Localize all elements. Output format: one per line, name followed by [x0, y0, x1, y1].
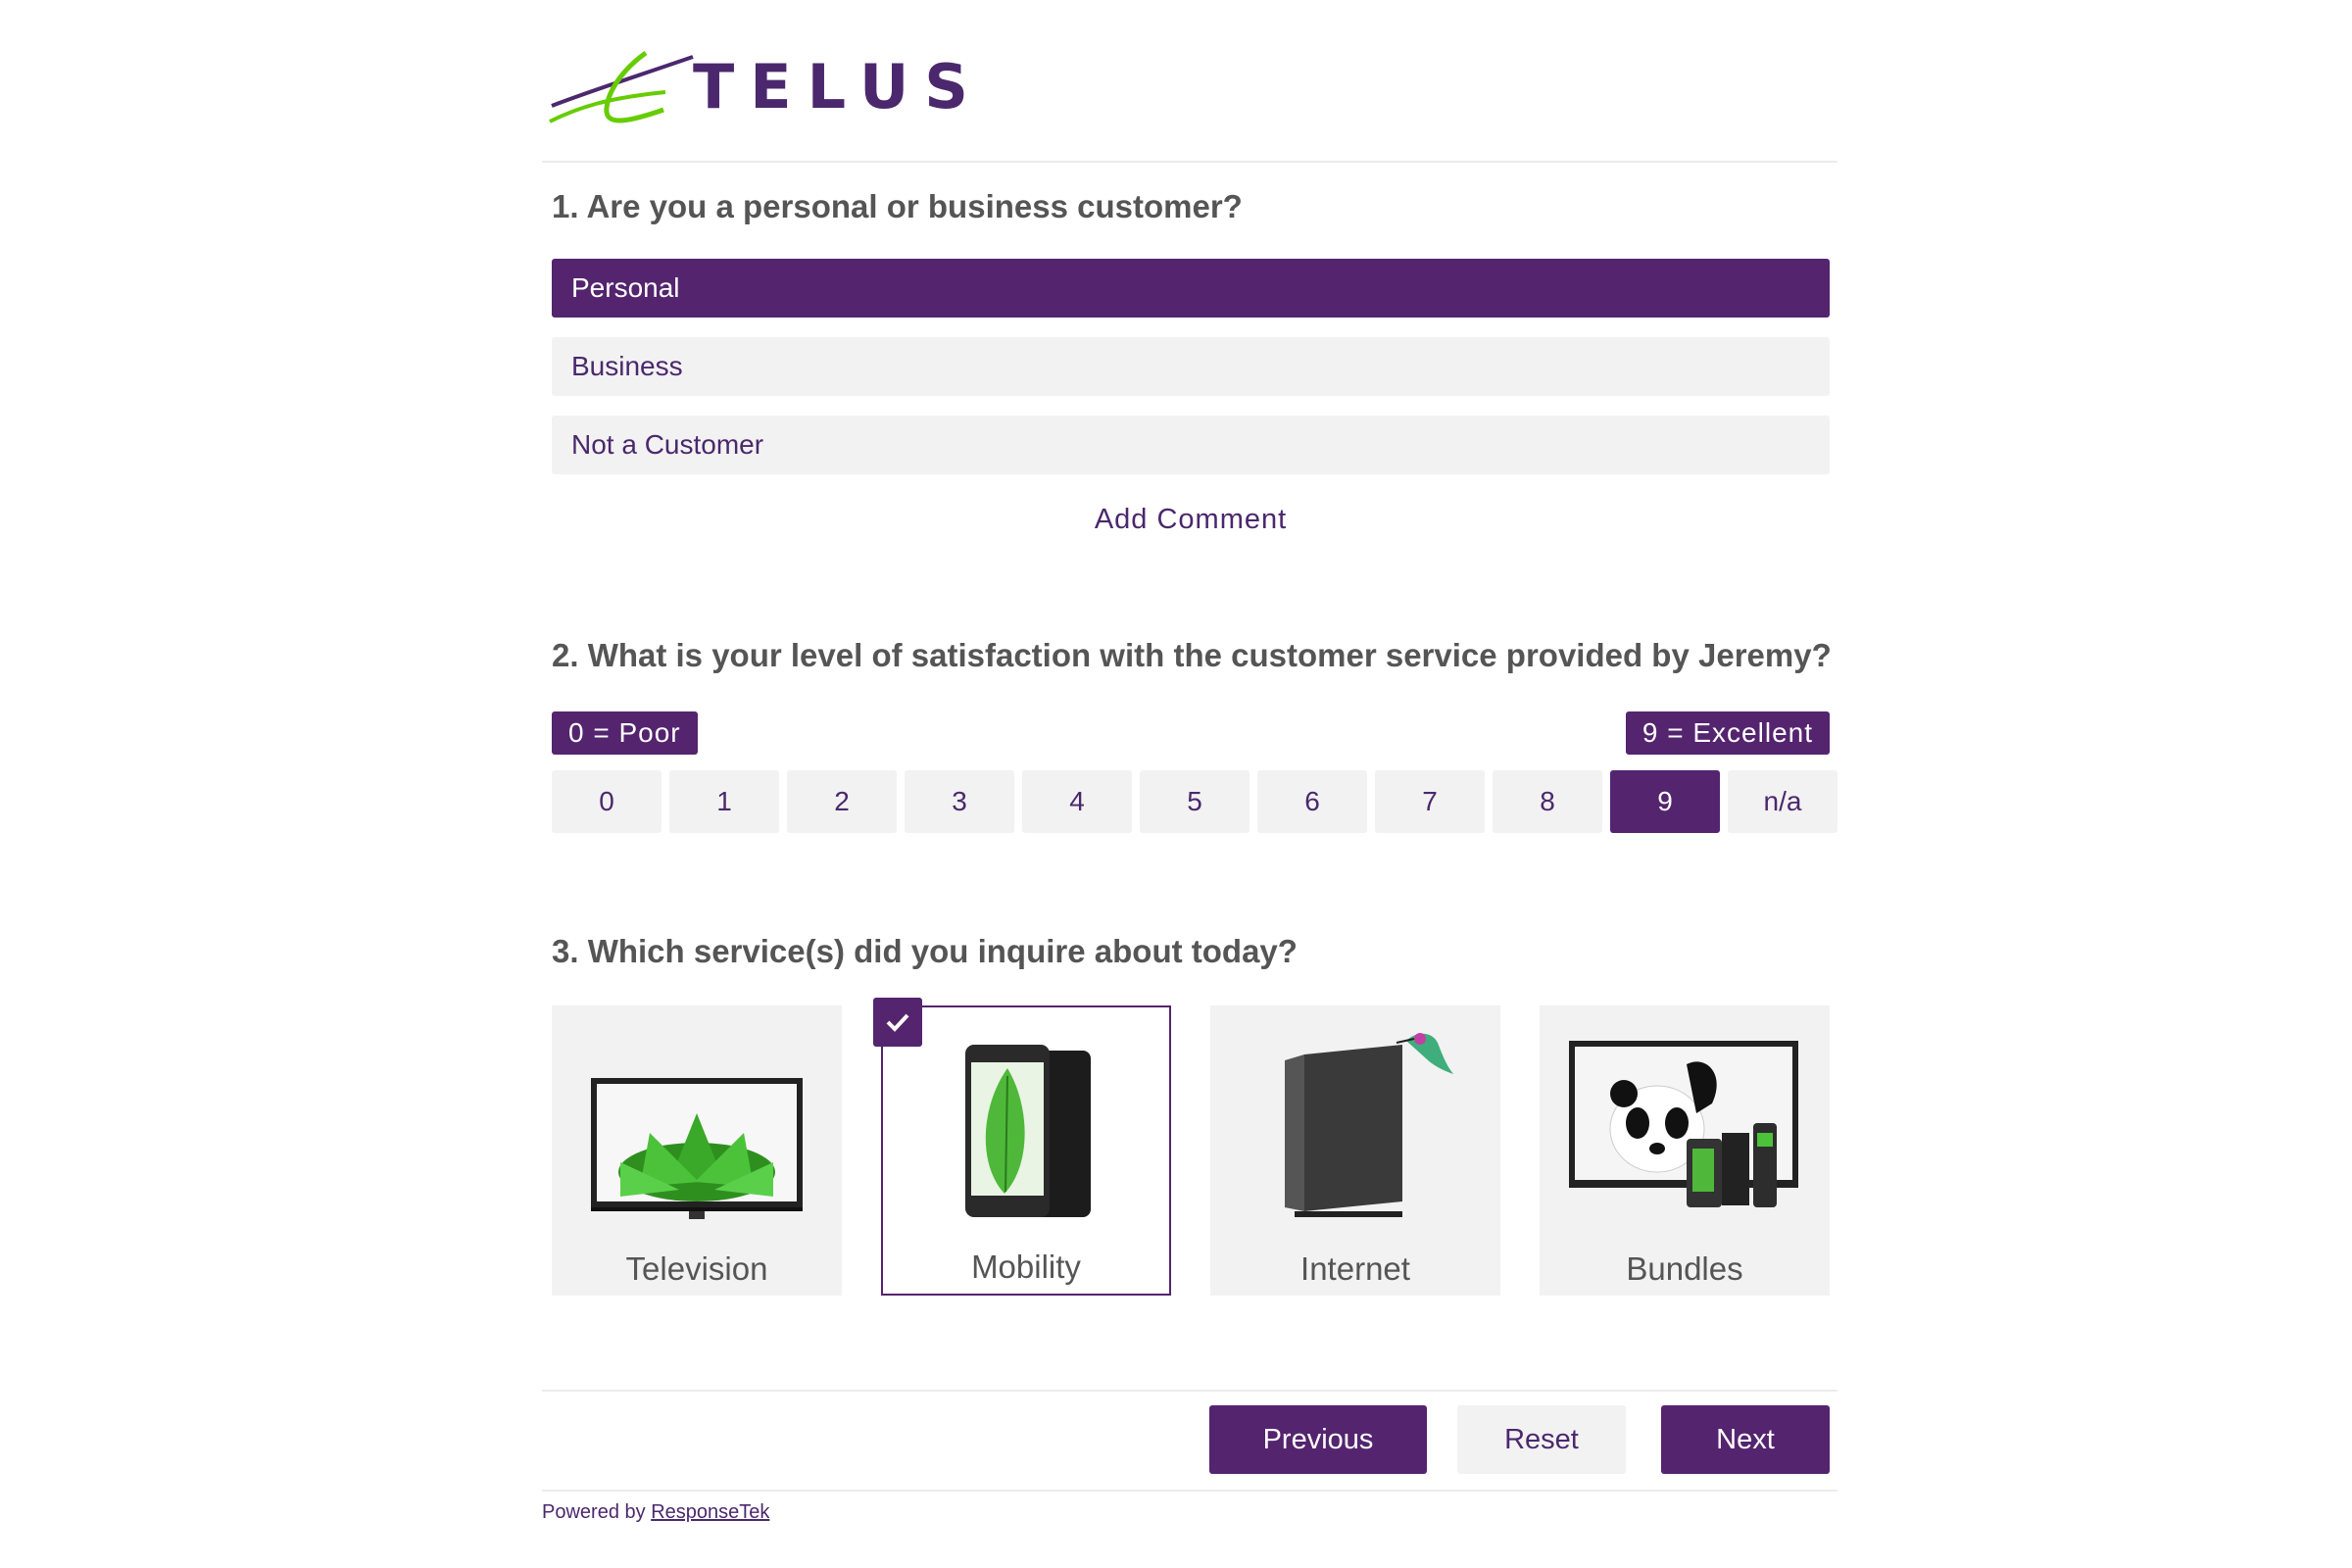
rating-3[interactable]: 3 [905, 770, 1014, 833]
tv-icon [591, 1078, 803, 1219]
rating-1[interactable]: 1 [669, 770, 779, 833]
option-business[interactable]: Business [552, 337, 1830, 396]
rating-8[interactable]: 8 [1493, 770, 1602, 833]
header: TELUS [542, 0, 1838, 163]
router-icon [1285, 1033, 1453, 1217]
navigation-bar: Previous Reset Next [542, 1390, 1838, 1492]
question-1-title: 1. Are you a personal or business custom… [552, 188, 1243, 224]
powered-by-text: Powered by [542, 1501, 646, 1523]
question-2-title: 2. What is your level of satisfaction wi… [552, 637, 1832, 673]
scale-high-label: 9 = Excellent [1625, 711, 1830, 755]
rating-4[interactable]: 4 [1022, 770, 1132, 833]
rating-0[interactable]: 0 [552, 770, 662, 833]
powered-by: Powered by ResponseTek [542, 1501, 769, 1524]
scale-low-label: 0 = Poor [552, 711, 698, 755]
service-label-internet: Internet [1300, 1250, 1410, 1287]
responsetek-link[interactable]: ResponseTek [651, 1501, 769, 1523]
rating-scale: 0 1 2 3 4 5 6 7 8 9 n/a [552, 770, 1838, 833]
option-not-a-customer[interactable]: Not a Customer [552, 416, 1830, 474]
service-card-television[interactable]: Television [552, 1005, 842, 1296]
service-cards: Television Mobility Internet Bundles [552, 998, 1830, 1296]
question-3-title: 3. Which service(s) did you inquire abou… [552, 933, 1298, 969]
telus-swoosh-icon [549, 50, 694, 123]
rating-9[interactable]: 9 [1610, 770, 1720, 833]
rating-5[interactable]: 5 [1140, 770, 1250, 833]
option-personal[interactable]: Personal [552, 259, 1830, 318]
brand-name: TELUS [693, 51, 984, 122]
telus-logo: TELUS [548, 49, 968, 127]
survey-page: TELUS 1. Are you a personal or business … [542, 0, 1838, 1523]
service-card-bundles[interactable]: Bundles [1540, 1005, 1830, 1296]
service-card-internet[interactable]: Internet [1210, 1005, 1500, 1296]
service-label-bundles: Bundles [1626, 1250, 1743, 1287]
rating-6[interactable]: 6 [1257, 770, 1367, 833]
service-label-mobility: Mobility [971, 1249, 1081, 1285]
previous-button[interactable]: Previous [1209, 1405, 1427, 1474]
service-label-television: Television [625, 1250, 768, 1287]
rating-na[interactable]: n/a [1728, 770, 1838, 833]
add-comment-link[interactable]: Add Comment [552, 504, 1830, 536]
rating-2[interactable]: 2 [787, 770, 897, 833]
next-button[interactable]: Next [1661, 1405, 1830, 1474]
rating-7[interactable]: 7 [1375, 770, 1485, 833]
reset-button[interactable]: Reset [1457, 1405, 1626, 1474]
service-card-mobility[interactable]: Mobility [873, 998, 1171, 1296]
smartphone-icon [965, 1045, 1091, 1217]
bundle-icon [1569, 1041, 1798, 1207]
